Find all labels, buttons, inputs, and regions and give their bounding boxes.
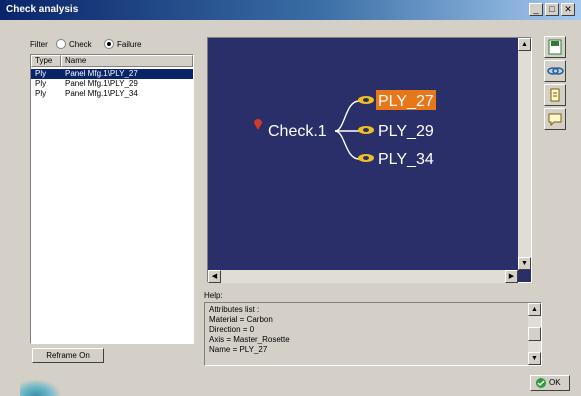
- list-row[interactable]: Ply Panel Mfg.1\PLY_29: [31, 79, 193, 89]
- comment-icon[interactable]: [544, 108, 566, 130]
- edit-icon[interactable]: [544, 84, 566, 106]
- help-line: Material = Carbon: [209, 315, 273, 324]
- ply-icon: [358, 154, 374, 162]
- maximize-button[interactable]: □: [545, 3, 559, 16]
- help-scrollbar[interactable]: ▲ ▼: [528, 303, 541, 365]
- graph-edge: [334, 100, 360, 132]
- column-header-type[interactable]: Type: [31, 55, 61, 67]
- scroll-right-icon[interactable]: ▶: [505, 270, 518, 283]
- failure-radio[interactable]: [104, 39, 114, 49]
- window-title: Check analysis: [6, 4, 79, 15]
- list-row[interactable]: Ply Panel Mfg.1\PLY_34: [31, 89, 193, 99]
- ok-check-icon: [536, 378, 546, 388]
- reframe-on-button[interactable]: Reframe On: [32, 348, 104, 363]
- row-type: Ply: [35, 89, 47, 98]
- help-line: Name = PLY_27: [209, 345, 268, 354]
- filter-label: Filter: [30, 40, 48, 49]
- minimize-button[interactable]: _: [529, 3, 543, 16]
- column-header-name[interactable]: Name: [61, 55, 193, 67]
- graph-canvas: Check.1 PLY_27 PLY_29 PLY_34: [254, 90, 436, 168]
- list-header: Type Name: [31, 55, 193, 67]
- row-type: Ply: [35, 69, 47, 78]
- help-label: Help:: [204, 291, 223, 300]
- save-icon[interactable]: [544, 36, 566, 58]
- scroll-down-icon[interactable]: ▼: [528, 352, 541, 365]
- ply-icon: [358, 96, 374, 104]
- list-row[interactable]: Ply Panel Mfg.1\PLY_27: [31, 69, 193, 79]
- link-icon[interactable]: [544, 60, 566, 82]
- close-button[interactable]: ✕: [561, 3, 575, 16]
- failure-pin-icon: [254, 119, 262, 130]
- graph-node-ply-29[interactable]: PLY_29: [378, 123, 434, 140]
- scroll-left-icon[interactable]: ◀: [208, 270, 221, 283]
- scroll-up-icon[interactable]: ▲: [518, 38, 531, 51]
- failure-list[interactable]: Type Name Ply Panel Mfg.1\PLY_27 Ply Pan…: [30, 54, 194, 344]
- check-radio-label: Check: [69, 40, 92, 49]
- taskbar-fragment: [20, 380, 60, 396]
- row-type: Ply: [35, 79, 47, 88]
- graph-node-ply-34[interactable]: PLY_34: [378, 151, 434, 168]
- ok-button[interactable]: OK: [530, 375, 570, 391]
- graph-edge: [334, 130, 360, 160]
- title-bar[interactable]: Check analysis _ □ ✕: [0, 0, 581, 20]
- help-line: Attributes list :: [209, 305, 260, 314]
- row-name: Panel Mfg.1\PLY_34: [65, 89, 138, 98]
- scroll-thumb[interactable]: [528, 327, 541, 341]
- help-panel[interactable]: Attributes list : Material = Carbon Dire…: [204, 302, 542, 366]
- graph-view[interactable]: Check.1 PLY_27 PLY_29 PLY_34 ▲ ▼ ◀ ▶: [207, 37, 532, 283]
- scroll-up-icon[interactable]: ▲: [528, 303, 541, 316]
- ok-label: OK: [549, 378, 561, 387]
- graph-horizontal-scrollbar[interactable]: ◀ ▶: [208, 270, 518, 283]
- graph-vertical-scrollbar[interactable]: ▲ ▼: [518, 38, 531, 270]
- graph-root-node[interactable]: Check.1: [268, 123, 327, 140]
- graph-node-ply-27[interactable]: PLY_27: [378, 93, 434, 110]
- help-line: Direction = 0: [209, 325, 255, 334]
- help-line: Axis = Master_Rosette: [209, 335, 290, 344]
- failure-radio-label: Failure: [117, 40, 142, 49]
- row-name: Panel Mfg.1\PLY_29: [65, 79, 138, 88]
- scroll-down-icon[interactable]: ▼: [518, 257, 531, 270]
- ply-icon: [358, 126, 374, 134]
- row-name: Panel Mfg.1\PLY_27: [65, 69, 138, 78]
- check-analysis-window: Check analysis _ □ ✕ Filter Check Failur…: [0, 0, 581, 396]
- check-radio[interactable]: [56, 39, 66, 49]
